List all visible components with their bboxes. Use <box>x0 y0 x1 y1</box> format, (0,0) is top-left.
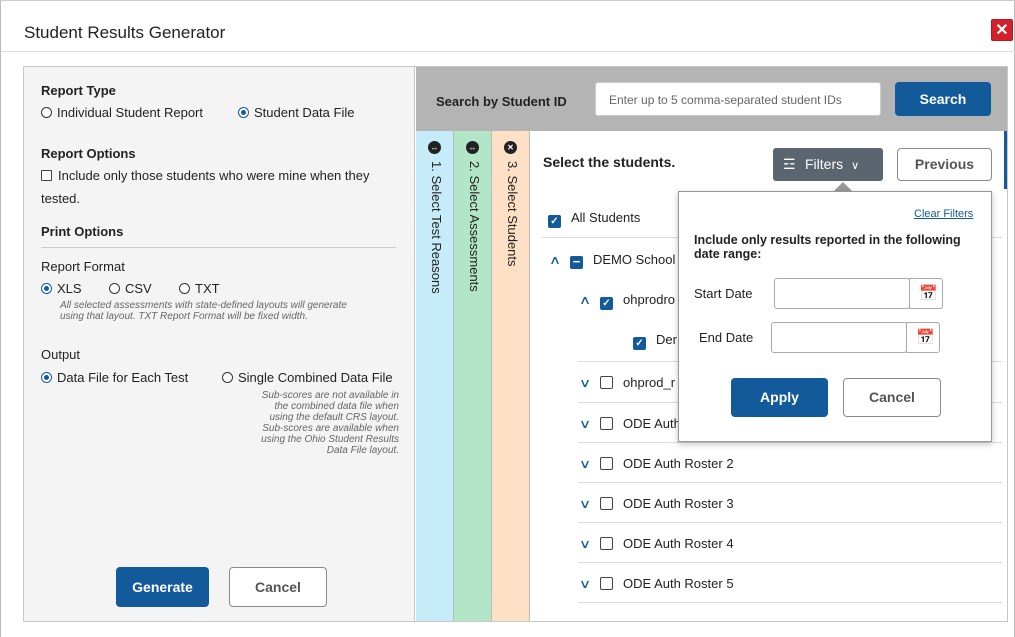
chevron-down-icon[interactable]: ∨ <box>575 537 595 551</box>
chevron-up-icon[interactable]: ∧ <box>545 253 565 267</box>
chevron-up-icon[interactable]: ∧ <box>575 293 595 307</box>
row-divider <box>578 602 1002 603</box>
previous-button[interactable]: Previous <box>897 148 992 181</box>
radio-icon <box>222 372 233 383</box>
sliders-icon: ☲ <box>783 156 796 172</box>
apply-button[interactable]: Apply <box>731 378 828 417</box>
scrollbar[interactable] <box>1004 131 1007 189</box>
checkbox-icon <box>600 537 613 550</box>
filter-description: Include only results reported in the fol… <box>694 233 961 261</box>
list-item[interactable]: ∧ ✓ ohprodro <box>578 292 675 310</box>
title-divider <box>1 51 1015 52</box>
radio-icon <box>109 283 120 294</box>
end-calendar-button[interactable]: 📅 <box>906 322 940 353</box>
options-panel: Report Type Individual Student Report St… <box>24 67 415 621</box>
radio-icon <box>41 107 52 118</box>
check-icon: ✓ <box>548 215 561 228</box>
step-select-test-reasons[interactable]: ↔ 1. Select Test Reasons <box>416 131 454 621</box>
calendar-icon: 📅 <box>919 285 938 302</box>
step-select-students[interactable]: ✕ 3. Select Students <box>492 131 530 621</box>
radio-selected-icon <box>238 107 249 118</box>
mine-when-tested-checkbox[interactable]: Include only those students who were min… <box>41 168 369 183</box>
expand-icon[interactable]: ↔ <box>428 141 441 154</box>
list-item[interactable]: ∨ ohprod_r <box>578 375 675 390</box>
format-txt-radio[interactable]: TXT <box>179 281 220 296</box>
report-format-label: Report Format <box>41 259 125 274</box>
checkbox-icon <box>41 170 52 181</box>
row-divider <box>578 522 1002 523</box>
output-each-test-radio[interactable]: Data File for Each Test <box>41 370 188 385</box>
radio-selected-icon <box>41 283 52 294</box>
checkbox-icon <box>600 497 613 510</box>
calendar-icon: 📅 <box>916 329 935 346</box>
output-note: Sub-scores are not available in the comb… <box>261 390 399 456</box>
generate-button[interactable]: Generate <box>116 567 209 607</box>
list-item[interactable]: ∨ ODE Auth Roster 5 <box>578 576 734 591</box>
radio-icon <box>179 283 190 294</box>
chevron-down-icon: ∨ <box>851 160 860 172</box>
filter-popover: Clear Filters Include only results repor… <box>678 191 992 442</box>
print-options-heading: Print Options <box>41 224 124 239</box>
cancel-button[interactable]: Cancel <box>229 567 327 607</box>
chevron-down-icon[interactable]: ∨ <box>575 497 595 511</box>
radio-selected-icon <box>41 372 52 383</box>
chevron-down-icon[interactable]: ∨ <box>575 457 595 471</box>
start-calendar-button[interactable]: 📅 <box>909 278 943 309</box>
search-by-id-label: Search by Student ID <box>436 94 567 109</box>
format-csv-radio[interactable]: CSV <box>109 281 152 296</box>
dialog-title: Student Results Generator <box>24 23 226 42</box>
radio-student-data-file[interactable]: Student Data File <box>238 105 354 120</box>
output-label: Output <box>41 347 81 362</box>
start-date-label: Start Date <box>694 286 753 301</box>
list-item[interactable]: ∨ ODE Auth Roster 4 <box>578 536 734 551</box>
end-date-label: End Date <box>699 330 754 345</box>
select-students-heading: Select the students. <box>543 154 676 170</box>
search-bar: Search by Student ID Enter up to 5 comma… <box>416 67 1007 131</box>
list-item[interactable]: ∨ ODE Auth Roster 3 <box>578 496 734 511</box>
row-divider <box>578 562 1002 563</box>
start-date-input[interactable] <box>774 278 910 309</box>
checkbox-icon <box>600 577 613 590</box>
step-select-assessments[interactable]: ↔ 2. Select Assessments <box>454 131 492 621</box>
search-button[interactable]: Search <box>895 82 991 116</box>
checkbox-icon <box>600 417 613 430</box>
partial-check-icon: − <box>570 255 583 269</box>
end-date-input[interactable] <box>771 322 907 353</box>
filters-button[interactable]: ☲ Filters ∨ <box>773 148 883 181</box>
format-note: All selected assessments with state-defi… <box>60 300 347 322</box>
clear-filters-link[interactable]: Clear Filters <box>914 208 973 220</box>
list-item[interactable]: ∨ ODE Auth <box>578 416 681 431</box>
report-options-heading: Report Options <box>41 146 136 161</box>
chevron-down-icon[interactable]: ∨ <box>575 376 595 390</box>
print-options-divider <box>41 247 396 248</box>
filter-cancel-button[interactable]: Cancel <box>843 378 941 417</box>
mine-when-tested-label-cont: tested. <box>41 191 81 206</box>
check-icon: ✓ <box>633 337 646 350</box>
chevron-down-icon[interactable]: ∨ <box>575 577 595 591</box>
dialog-window: Student Results Generator ✕ Report Type … <box>0 0 1015 637</box>
format-xls-radio[interactable]: XLS <box>41 281 82 296</box>
student-id-search-input[interactable]: Enter up to 5 comma-separated student ID… <box>595 82 881 116</box>
list-item[interactable]: ∨ ODE Auth Roster 2 <box>578 456 734 471</box>
close-button[interactable]: ✕ <box>991 19 1013 41</box>
checkbox-icon <box>600 376 613 389</box>
checkbox-icon <box>600 457 613 470</box>
close-icon[interactable]: ✕ <box>504 141 517 154</box>
row-divider <box>578 442 1002 443</box>
radio-individual-student-report[interactable]: Individual Student Report <box>41 105 203 120</box>
output-combined-radio[interactable]: Single Combined Data File <box>222 370 393 385</box>
report-type-heading: Report Type <box>41 83 116 98</box>
chevron-down-icon[interactable]: ∨ <box>575 417 595 431</box>
row-divider <box>578 482 1002 483</box>
check-icon: ✓ <box>600 297 613 310</box>
list-item[interactable]: ✓ Der <box>633 332 677 350</box>
list-item[interactable]: ∧ − DEMO School <box>548 252 675 269</box>
all-students-checkbox[interactable]: ✓ All Students <box>548 210 640 228</box>
expand-icon[interactable]: ↔ <box>466 141 479 154</box>
